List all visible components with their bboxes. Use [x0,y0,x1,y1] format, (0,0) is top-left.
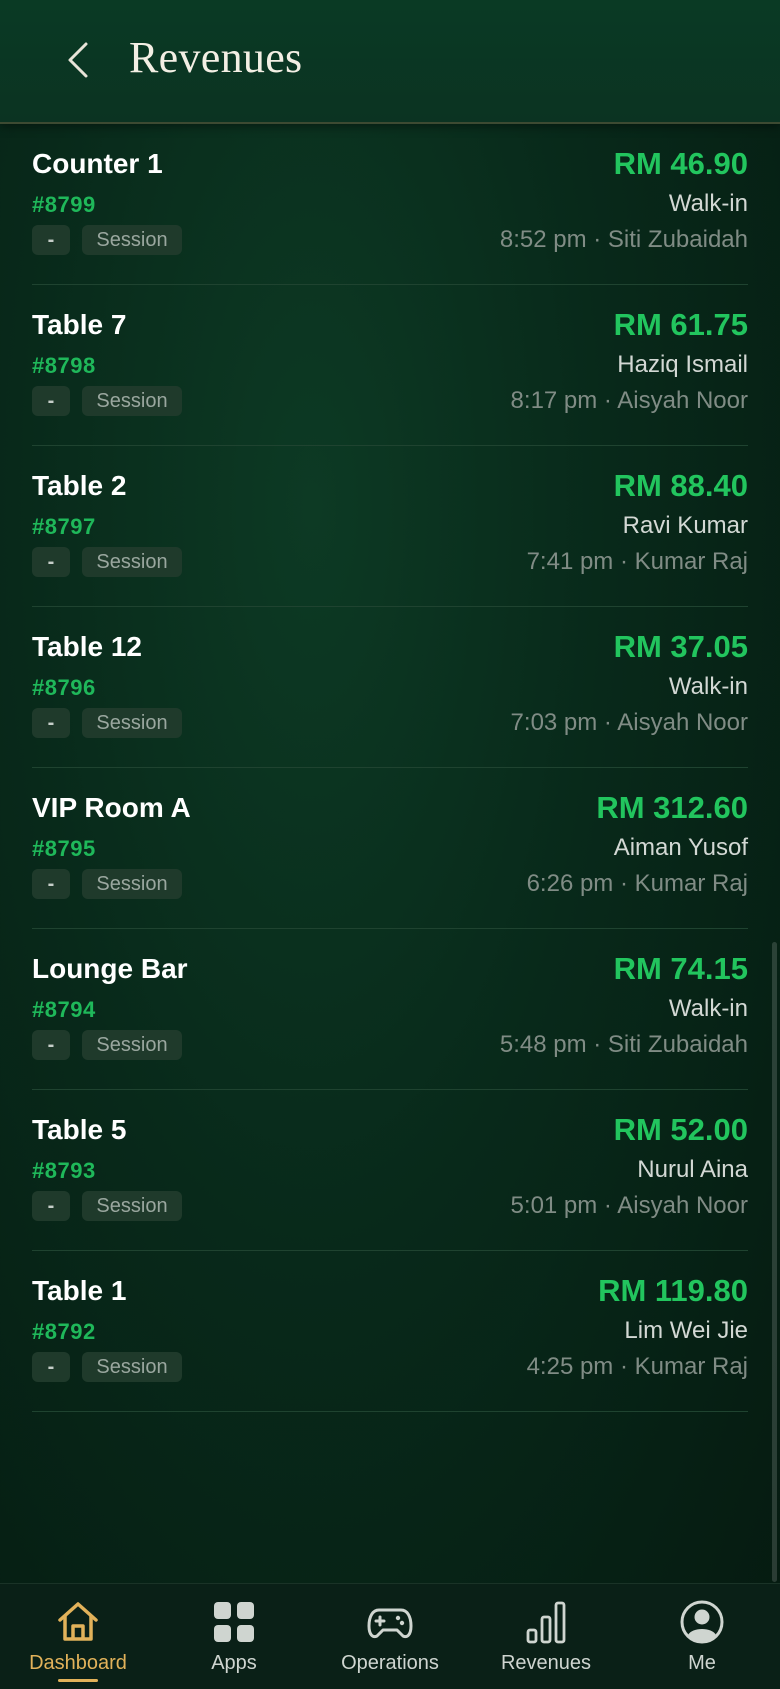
row-location: Table 1 [32,1275,127,1306]
revenue-list: Counter 1 #8799 - Session RM 46.90 Walk-… [32,124,748,1412]
row-order-id: #8796 [32,675,96,700]
status-chip: - [32,708,70,738]
status-chip: - [32,1352,70,1382]
tab-me[interactable]: Me [624,1584,780,1689]
tab-revenues[interactable]: Revenues [468,1584,624,1689]
row-amount: RM 37.05 [613,629,748,664]
session-chip: Session [82,1352,182,1382]
status-chip: - [32,1191,70,1221]
row-customer: Ravi Kumar [622,512,748,539]
session-chip: Session [82,869,182,899]
tab-label: Operations [341,1652,439,1674]
session-chip: Session [82,1030,182,1060]
session-chip: Session [82,386,182,416]
row-location: Lounge Bar [32,953,188,984]
row-location: Table 5 [32,1114,127,1145]
row-time-staff: 6:26 pm · Kumar Raj [526,870,748,897]
row-customer: Haziq Ismail [617,351,748,378]
row-time-staff: 8:52 pm · Siti Zubaidah [499,226,748,253]
tab-apps[interactable]: Apps [156,1584,312,1689]
chevron-left-icon [68,42,88,78]
active-tab-indicator [58,1679,98,1682]
row-amount: RM 52.00 [613,1112,748,1147]
tab-label: Revenues [500,1652,592,1674]
revenue-row[interactable]: VIP Room A #8795 - Session RM 312.60 Aim… [32,768,748,929]
revenue-row[interactable]: Lounge Bar #8794 - Session RM 74.15 Walk… [32,929,748,1090]
row-amount: RM 88.40 [613,468,748,503]
status-chip: - [32,1030,70,1060]
row-location: Counter 1 [32,148,163,179]
tab-label: Dashboard [29,1652,127,1674]
row-location: VIP Room A [32,792,191,823]
row-time-staff: 8:17 pm · Aisyah Noor [510,387,748,414]
row-customer: Walk-in [668,190,748,217]
revenue-row[interactable]: Table 12 #8796 - Session RM 37.05 Walk-i… [32,607,748,768]
row-time-staff: 7:41 pm · Kumar Raj [526,548,748,575]
tab-label: Apps [211,1652,257,1674]
tab-operations[interactable]: Operations [312,1584,468,1689]
row-time-staff: 5:01 pm · Aisyah Noor [510,1192,748,1219]
revenue-row[interactable]: Counter 1 #8799 - Session RM 46.90 Walk-… [32,124,748,285]
row-customer: Nurul Aina [637,1156,748,1183]
row-location: Table 7 [32,309,127,340]
row-order-id: #8792 [32,1319,96,1344]
tab-label: Me [688,1652,716,1674]
status-chip: - [32,869,70,899]
user-avatar-icon [678,1598,726,1646]
home-icon [54,1598,102,1646]
row-location: Table 12 [32,631,142,662]
row-order-id: #8794 [32,997,96,1022]
revenue-row[interactable]: Table 2 #8797 - Session RM 88.40 Ravi Ku… [32,446,748,607]
row-order-id: #8798 [32,353,96,378]
row-amount: RM 61.75 [613,307,748,342]
row-amount: RM 46.90 [613,146,748,181]
session-chip: Session [82,708,182,738]
row-time-staff: 4:25 pm · Kumar Raj [526,1353,748,1380]
row-amount: RM 74.15 [613,951,748,986]
row-customer: Walk-in [668,673,748,700]
session-chip: Session [82,225,182,255]
row-order-id: #8799 [32,192,96,217]
row-amount: RM 312.60 [596,790,748,825]
bar-chart-icon [522,1598,570,1646]
revenue-row[interactable]: Table 1 #8792 - Session RM 119.80 Lim We… [32,1251,748,1412]
row-customer: Walk-in [668,995,748,1022]
status-chip: - [32,386,70,416]
row-customer: Lim Wei Jie [624,1317,748,1344]
back-button[interactable] [56,30,100,90]
row-time-staff: 5:48 pm · Siti Zubaidah [499,1031,748,1058]
row-amount: RM 119.80 [598,1273,748,1308]
status-chip: - [32,547,70,577]
scrollbar[interactable] [772,942,777,1582]
session-chip: Session [82,547,182,577]
gamepad-icon [366,1598,414,1646]
tab-dashboard[interactable]: Dashboard [0,1584,156,1689]
bottom-tab-bar: Dashboard Apps Operations Revenues Me [0,1583,780,1689]
row-order-id: #8793 [32,1158,96,1183]
row-customer: Aiman Yusof [613,834,748,861]
status-chip: - [32,225,70,255]
row-order-id: #8797 [32,514,96,539]
row-time-staff: 7:03 pm · Aisyah Noor [510,709,748,736]
session-chip: Session [82,1191,182,1221]
top-app-bar: Revenues [0,0,780,124]
apps-grid-icon [210,1598,258,1646]
revenue-row[interactable]: Table 5 #8793 - Session RM 52.00 Nurul A… [32,1090,748,1251]
revenue-row[interactable]: Table 7 #8798 - Session RM 61.75 Haziq I… [32,285,748,446]
row-order-id: #8795 [32,836,96,861]
row-location: Table 2 [32,470,127,501]
page-title: Revenues [129,33,303,82]
